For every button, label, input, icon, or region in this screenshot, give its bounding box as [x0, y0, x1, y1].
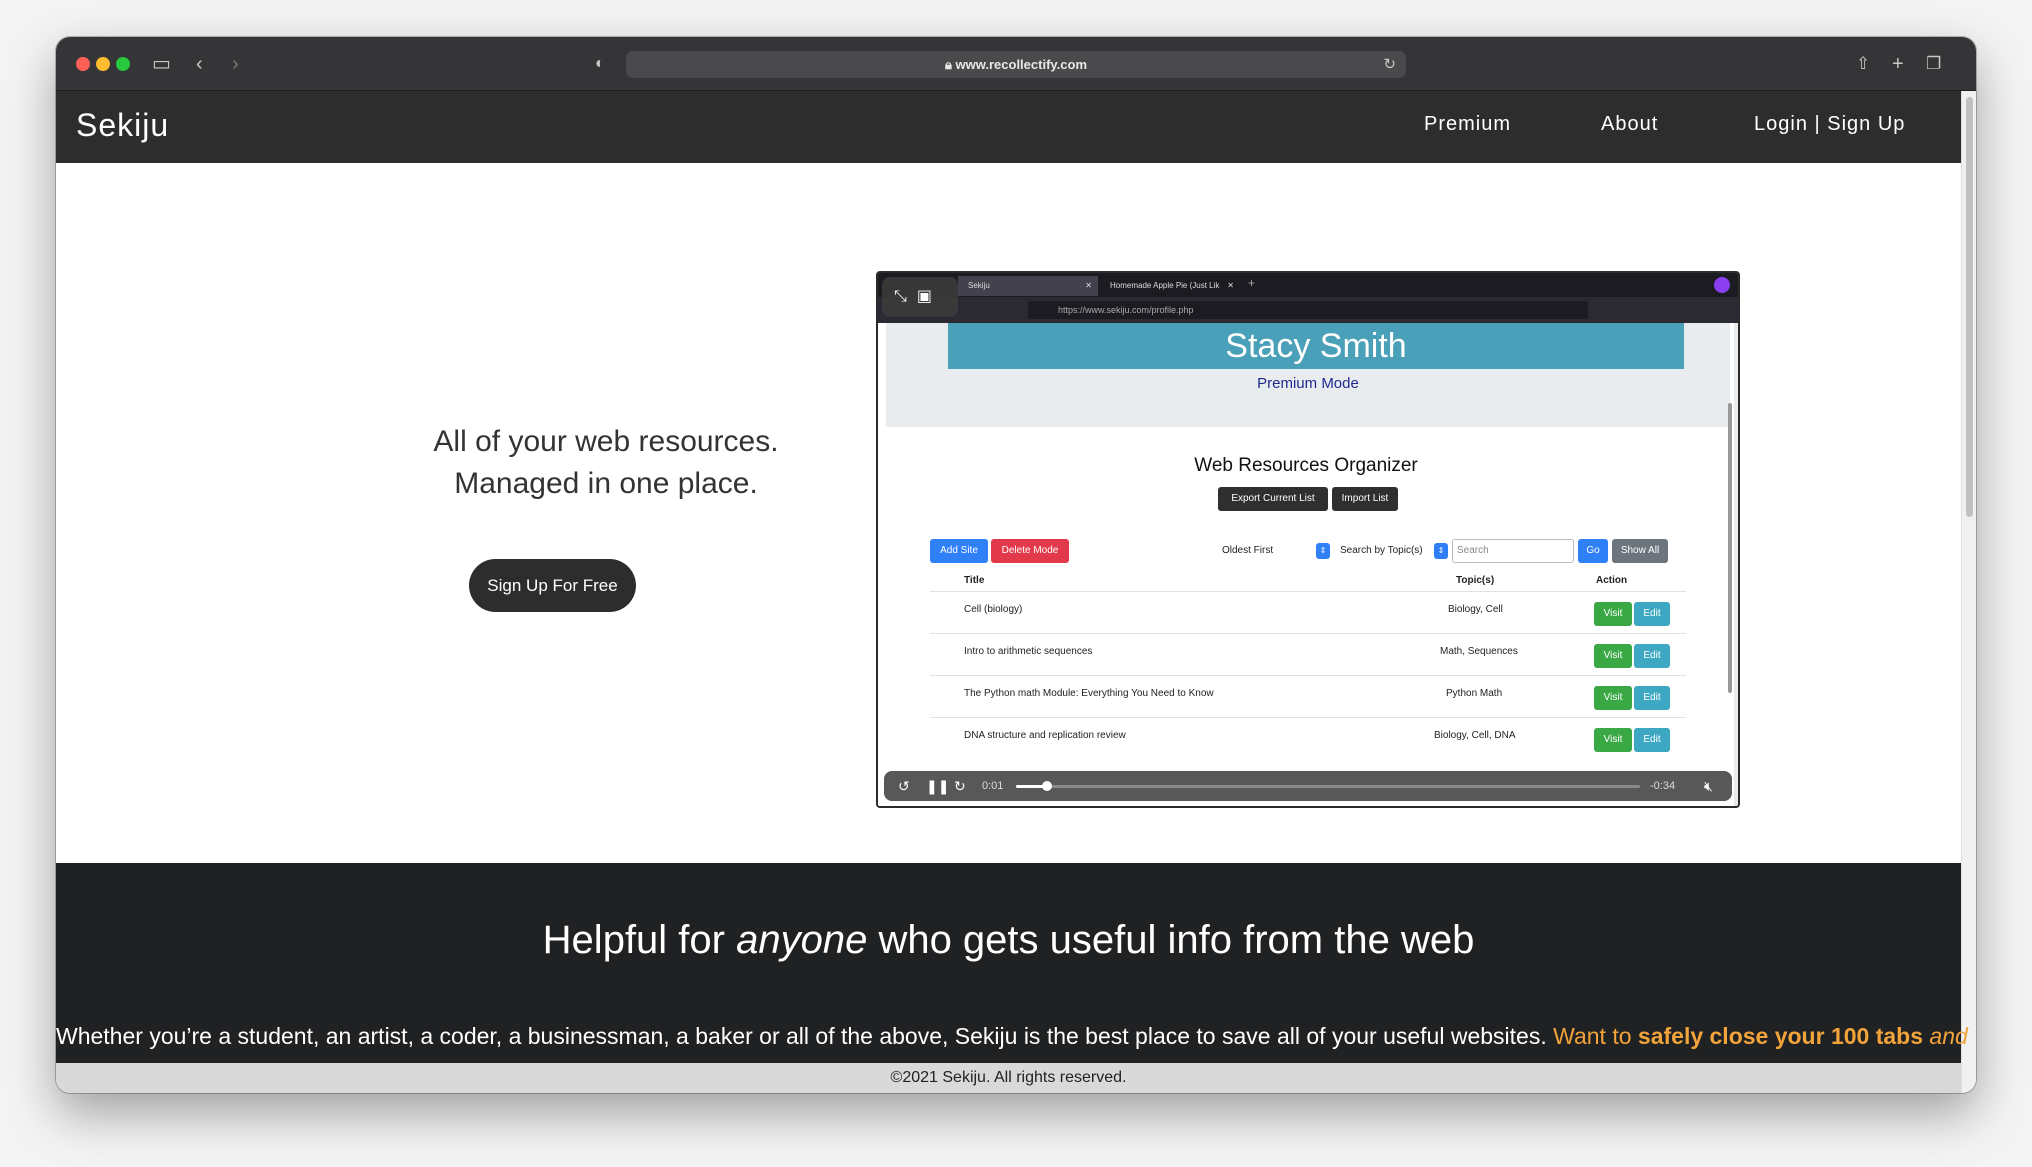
edit-button: Edit [1634, 686, 1670, 710]
table-row: Cell (biology) Biology, Cell Visit Edit [930, 591, 1686, 633]
edit-button: Edit [1634, 728, 1670, 752]
nav-login-signup[interactable]: Login | Sign Up [1754, 113, 1905, 136]
nav-about[interactable]: About [1601, 113, 1658, 136]
sign-up-free-button[interactable]: Sign Up For Free [469, 559, 636, 612]
hero-line-1: All of your web resources. [433, 425, 779, 458]
picture-in-picture-icon: ▣ [916, 288, 942, 305]
col-action: Action [1596, 575, 1628, 586]
browser-toolbar: ▭ ‹ › ◐ 🔒︎ www.recollectify.com ↻ ⇧ + ❐ [56, 37, 1976, 91]
hero-line-2: Managed in one place. [454, 467, 758, 500]
reload-icon[interactable]: ↻ [1383, 51, 1396, 78]
topic-caret-icon: ⇕ [1434, 543, 1448, 559]
info-paragraph: Whether you’re a student, an artist, a c… [56, 1023, 1968, 1049]
fullscreen-icon: ⤡ [894, 288, 917, 305]
delete-mode-button: Delete Mode [991, 539, 1069, 563]
forward-15-icon[interactable]: ↻ [954, 771, 966, 801]
video-url: https://www.sekiju.com/profile.php [1028, 301, 1588, 319]
search-input: Search [1452, 539, 1574, 563]
import-list-button: Import List [1332, 487, 1398, 511]
video-browser-tabbar: Sekiju ✕ Homemade Apple Pie (Just Lik ✕ + [878, 273, 1738, 297]
forward-icon[interactable]: › [232, 51, 239, 77]
site-navbar: Sekiju Premium About Login | Sign Up [56, 91, 1961, 163]
profile-jumbotron: Stacy Smith Premium Mode [886, 323, 1730, 427]
info-heading: Helpful for anyone who gets useful info … [542, 918, 1475, 962]
video-url-row: https://www.sekiju.com/profile.php [878, 297, 1738, 323]
pause-icon[interactable]: ❚❚ [926, 771, 949, 801]
add-site-button: Add Site [930, 539, 988, 563]
hero-section: All of your web resources. Managed in on… [56, 163, 1961, 863]
sort-caret-icon: ⇕ [1316, 543, 1330, 559]
site-footer: ©2021 Sekiju. All rights reserved. [56, 1063, 1961, 1093]
lock-icon: 🔒︎ [944, 57, 956, 72]
site-brand[interactable]: Sekiju [76, 107, 169, 144]
table-row: The Python math Module: Everything You N… [930, 675, 1686, 717]
zoom-window-button[interactable] [116, 57, 130, 71]
nav-premium[interactable]: Premium [1424, 113, 1511, 136]
back-icon[interactable]: ‹ [196, 51, 203, 77]
export-list-button: Export Current List [1218, 487, 1328, 511]
sort-select: Oldest First ⇕ [1218, 541, 1330, 561]
show-all-button: Show All [1612, 539, 1668, 563]
video-private-icon [1714, 277, 1730, 293]
mute-icon[interactable]: 🔇︎ [1704, 771, 1713, 801]
page-scroll-thumb[interactable] [1966, 97, 1973, 517]
tab-overview-icon[interactable]: ❐ [1926, 51, 1941, 77]
elapsed-time: 0:01 [982, 780, 1004, 792]
visit-button: Visit [1594, 602, 1632, 626]
remaining-time: -0:34 [1650, 780, 1676, 792]
page-scrollbar[interactable] [1961, 91, 1976, 1093]
privacy-shield-icon[interactable]: ◐ [595, 51, 605, 77]
video-page-content: Stacy Smith Premium Mode Web Resources O… [878, 323, 1734, 806]
address-bar[interactable]: 🔒︎ www.recollectify.com ↻ [626, 51, 1406, 78]
video-tab-apple-pie: Homemade Apple Pie (Just Lik ✕ [1110, 281, 1234, 290]
table-row: Intro to arithmetic sequences Math, Sequ… [930, 633, 1686, 675]
share-icon[interactable]: ⇧ [1856, 51, 1870, 77]
col-topics: Topic(s) [1456, 575, 1495, 586]
browser-window: ▭ ‹ › ◐ 🔒︎ www.recollectify.com ↻ ⇧ + ❐ … [56, 37, 1976, 1093]
topic-select: Search by Topic(s) ⇕ [1336, 541, 1448, 561]
visit-button: Visit [1594, 728, 1632, 752]
demo-video[interactable]: Sekiju ✕ Homemade Apple Pie (Just Lik ✕ + … [876, 271, 1740, 808]
video-page-scrollbar [1728, 403, 1732, 693]
edit-button: Edit [1634, 602, 1670, 626]
sidebar-toggle-icon[interactable]: ▭ [152, 51, 171, 77]
video-progress-knob[interactable] [1042, 781, 1053, 791]
video-controls[interactable]: ↺ ❚❚ ↻ 0:01 -0:34 🔇︎ [884, 771, 1732, 801]
organizer-heading: Web Resources Organizer [1194, 455, 1418, 476]
edit-button: Edit [1634, 644, 1670, 668]
address-text: www.recollectify.com [955, 57, 1088, 72]
col-title: Title [964, 575, 985, 586]
new-tab-icon[interactable]: + [1892, 51, 1904, 77]
visit-button: Visit [1594, 686, 1632, 710]
minimize-window-button[interactable] [96, 57, 110, 71]
table-row: DNA structure and replication review Bio… [930, 717, 1686, 759]
rewind-15-icon[interactable]: ↺ [898, 771, 910, 801]
info-section: Helpful for anyone who gets useful info … [56, 863, 1968, 1063]
video-pip-controls[interactable]: ⤡▣ [882, 277, 958, 317]
video-new-tab-icon: + [1248, 276, 1256, 290]
profile-name: Stacy Smith [948, 323, 1684, 369]
visit-button: Visit [1594, 644, 1632, 668]
premium-mode-label: Premium Mode [1257, 375, 1359, 392]
go-button: Go [1578, 539, 1608, 563]
video-tab-sekiju: Sekiju ✕ [958, 276, 1098, 296]
video-progress-track[interactable] [1016, 781, 1640, 791]
close-window-button[interactable] [76, 57, 90, 71]
